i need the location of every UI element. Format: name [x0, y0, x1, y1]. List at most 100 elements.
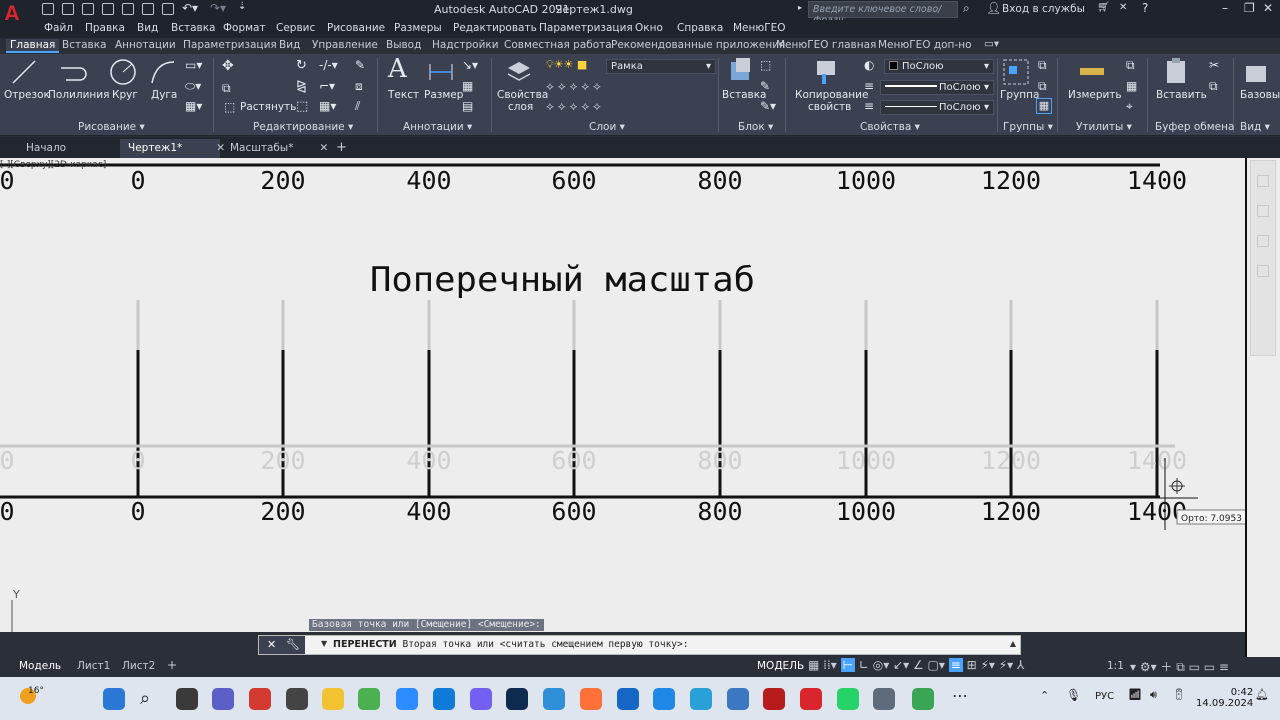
add-layout-icon[interactable]: + [167, 658, 177, 672]
menu-help[interactable]: Справка [677, 22, 723, 34]
tab-geo-extra[interactable]: МенюГЕО доп-но [878, 39, 972, 51]
table-icon[interactable]: ▦ [462, 79, 473, 93]
open-file-icon[interactable] [62, 3, 74, 15]
firefox-icon[interactable] [580, 688, 602, 710]
copy-icon[interactable]: ⧉ [222, 81, 231, 96]
base-view-icon[interactable] [1242, 62, 1272, 86]
tab-manage[interactable]: Управление [312, 39, 378, 51]
tab-geo-main[interactable]: МенюГЕО главная [776, 39, 876, 51]
telegram-2-icon[interactable] [690, 688, 712, 710]
rotate-icon[interactable]: ↻ [296, 58, 307, 73]
match-properties-label[interactable]: Копирование [795, 89, 868, 101]
tab-insert[interactable]: Вставка [62, 39, 107, 51]
menu-modify[interactable]: Редактировать [453, 22, 537, 34]
layer-tools-row-2[interactable]: ⟡ ⟡ ⟡ ⟡ ⟡ [546, 99, 601, 114]
qa-menu-icon[interactable]: ⇣ [238, 1, 246, 12]
insert-block-icon[interactable] [727, 56, 755, 86]
mirror-icon[interactable]: ⧎ [296, 79, 307, 94]
erase-icon[interactable]: ✎ [355, 58, 365, 72]
mtable-icon[interactable]: ▤ [462, 99, 473, 113]
paste-label[interactable]: Вставить [1156, 89, 1207, 101]
navigation-bar[interactable] [1250, 160, 1276, 356]
panel-layers-title[interactable]: Слои ▾ [589, 121, 625, 133]
linetype-dropdown[interactable]: ПоСлою ▾ [880, 100, 994, 115]
layer-dropdown[interactable]: Рамка ▾ [606, 59, 716, 74]
menu-window[interactable]: Окно [635, 22, 663, 34]
status-toggle-icons[interactable]: ▦ ⁞⁞▾ ⊢ ∟ ◎▾ ↙▾ ∠ ▢▾ ≡ ⊞ ⚡︎▾ ⚡︎▾ ⅄ [808, 658, 1024, 672]
close-tab-icon[interactable]: ✕ [319, 142, 328, 154]
web-open-icon[interactable] [122, 3, 134, 15]
status-tools-icons[interactable]: ▾ ⚙︎▾ ＋ ⧉ ▭ ▭ ≡ [1130, 658, 1229, 675]
save-as-icon[interactable] [102, 3, 114, 15]
calculator-icon[interactable]: ▦ [1126, 79, 1137, 93]
layout-tab-sheet2[interactable]: Лист2 [122, 660, 155, 672]
menu-geo[interactable]: МенюГЕО [733, 22, 786, 34]
recent-commands-icon[interactable]: ▼ [321, 639, 327, 648]
viewport-controls[interactable]: [-][Сверху][2D-каркас] [0, 160, 106, 170]
cart-icon[interactable]: 🛒︎ [1097, 2, 1110, 13]
annotation-scale[interactable]: 1:1 [1107, 660, 1124, 672]
stretch-label[interactable]: Растянуть [240, 101, 296, 113]
create-block-icon[interactable]: ⬚ [760, 58, 771, 72]
search-arrow-icon[interactable]: ▸ [798, 3, 802, 12]
menu-dimension[interactable]: Размеры [394, 22, 442, 34]
stretch-icon[interactable]: ⬚ [224, 100, 235, 114]
menu-format[interactable]: Формат [223, 22, 266, 34]
search-input[interactable]: Введите ключевое слово/фразу [808, 1, 958, 26]
photoshop-icon[interactable] [506, 688, 528, 710]
print-icon[interactable] [162, 3, 174, 15]
filezilla-icon[interactable] [763, 688, 785, 710]
arc-icon[interactable] [148, 58, 178, 86]
exchange-icon[interactable]: ✕ [1119, 2, 1127, 13]
search-icon[interactable]: ⌕ [963, 1, 970, 16]
measure-icon[interactable] [1078, 64, 1106, 80]
layout-tab-sheet1[interactable]: Лист1 [77, 660, 110, 672]
scale-icon[interactable]: ⬚ [296, 99, 308, 114]
layer-properties-label-2[interactable]: слоя [508, 101, 533, 113]
tab-collaborate[interactable]: Совместная работа [504, 39, 612, 51]
microphone-icon[interactable]: 🎙︎ [1066, 688, 1081, 702]
tab-overflow-icon[interactable]: ▭▾ [984, 38, 999, 50]
tab-featured-apps[interactable]: Рекомендованные приложения [611, 39, 785, 51]
app-icon-4[interactable] [727, 688, 749, 710]
offset-icon[interactable]: ⫽ [355, 99, 360, 114]
menu-view[interactable]: Вид [137, 22, 158, 34]
group-select-icon[interactable]: ▦ [1036, 98, 1052, 114]
polyline-icon[interactable] [58, 58, 90, 86]
trim-icon[interactable]: -/-▾ [319, 58, 338, 72]
menu-draw[interactable]: Рисование [327, 22, 385, 34]
match-properties-icon[interactable] [814, 58, 842, 86]
menu-parametric[interactable]: Параметризация [539, 22, 633, 34]
menu-file[interactable]: Файл [44, 22, 73, 34]
layout-tab-model[interactable]: Модель [19, 660, 61, 672]
hatch-icon[interactable]: ⬭▾ [185, 79, 201, 94]
menu-edit[interactable]: Правка [85, 22, 125, 34]
quick-select-icon[interactable]: ⧉ [1126, 58, 1135, 73]
tab-view[interactable]: Вид [279, 39, 300, 51]
id-point-icon[interactable]: ⌖ [1126, 99, 1133, 114]
move-icon[interactable]: ✥ [222, 58, 234, 74]
menu-tools[interactable]: Сервис [276, 22, 315, 34]
tab-home[interactable]: Главная [6, 39, 60, 53]
start-icon[interactable] [103, 688, 125, 710]
layer-tools-row-1[interactable]: ⟡ ⟡ ⟡ ⟡ ⟡ [546, 79, 601, 94]
arc-label[interactable]: Дуга [151, 89, 177, 101]
edge-icon[interactable] [433, 688, 455, 710]
whatsapp-icon[interactable] [837, 688, 859, 710]
user-icon[interactable]: 👤︎ [986, 1, 1001, 15]
app-icon-1[interactable] [249, 688, 271, 710]
tab-parametric[interactable]: Параметризация [183, 39, 277, 51]
login-link[interactable]: Вход в службы [1002, 3, 1085, 15]
layer-properties-label[interactable]: Свойства [497, 89, 548, 101]
layer-state-icons[interactable]: 💡︎☀︎☀︎ ■ [546, 58, 587, 72]
notifications-icon[interactable]: 🔔︎ [1255, 688, 1269, 701]
new-file-icon[interactable] [42, 3, 54, 15]
lineweight-icon[interactable]: ≡ [864, 79, 874, 93]
paste-icon[interactable] [1164, 56, 1190, 86]
command-line-handle[interactable]: ✕ 🔧︎ [259, 636, 305, 654]
lineweight-dropdown[interactable]: ПоСлою ▾ [880, 80, 994, 95]
tab-output[interactable]: Вывод [386, 39, 421, 51]
attribute-icon[interactable]: ✎▾ [760, 99, 776, 113]
clock[interactable]: 0:42 14.09.2024 [1196, 687, 1253, 709]
tab-start[interactable]: Начало [18, 139, 74, 158]
